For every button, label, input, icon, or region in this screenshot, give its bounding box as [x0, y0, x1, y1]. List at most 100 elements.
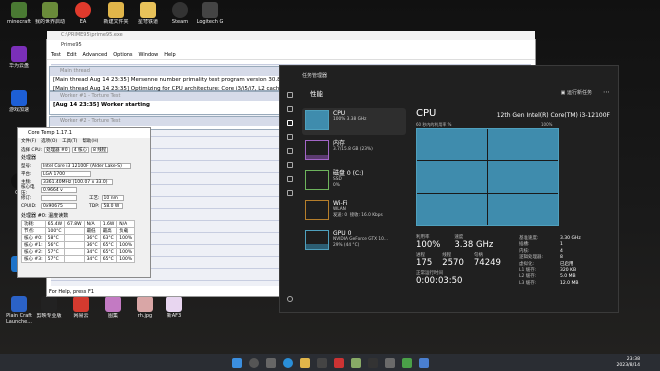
- run-new-task-button[interactable]: ▣ 运行新任务: [561, 89, 592, 96]
- cpu-model: 12th Gen Intel(R) Core(TM) i3-12100F: [496, 112, 610, 119]
- desktop-icon-folder[interactable]: 新建文件夹: [99, 2, 133, 25]
- gallery-icon: [105, 296, 121, 312]
- temperature-table: 功耗: 65.4W 67.8W N/A 1.6W N/A 节点: 100°C 最低 最高 负载 核…: [21, 220, 136, 263]
- coretemp-menubar: 文件(F) 选项(O) 工具(T) 帮助(H): [18, 138, 150, 146]
- ct-menu-options[interactable]: 选项(O): [41, 138, 57, 146]
- cpu-graph-4: [417, 193, 487, 225]
- desktop-icon-accelerator[interactable]: 游戏加速: [2, 90, 36, 113]
- resource-disk[interactable]: 磁盘 0 (C:) SSD 0%: [302, 168, 406, 195]
- launcher-icon: [42, 2, 58, 18]
- task-manager-sidebar: [280, 84, 300, 312]
- ct-menu-file[interactable]: 文件(F): [21, 138, 36, 146]
- cpu-detail-pane: CPU 12th Gen Intel(R) Core(TM) i3-12100F…: [416, 108, 610, 308]
- settings-icon[interactable]: [287, 296, 293, 302]
- ct-menu-tools[interactable]: 工具(T): [62, 138, 77, 146]
- coretemp-window: Core Temp 1.17.1 文件(F) 选项(O) 工具(T) 帮助(H)…: [17, 127, 151, 278]
- services-icon[interactable]: [287, 190, 293, 196]
- disk-thumbnail: [305, 170, 329, 190]
- app-icon[interactable]: [384, 357, 395, 368]
- core-row: 核心 #1: 56°C 36°C 65°C 100%: [21, 241, 136, 249]
- cpu-graph-5: [488, 193, 558, 225]
- vid-field: 0.9664 v: [41, 187, 77, 193]
- ct-menu-help[interactable]: 帮助(H): [82, 138, 98, 146]
- pcl-icon: [11, 296, 27, 312]
- resource-gpu[interactable]: GPU 0 NVIDIA GeForce GTX 10... 29% (44 °C…: [302, 228, 406, 255]
- history-icon[interactable]: [287, 134, 293, 140]
- accelerator-icon: [11, 90, 27, 106]
- tj-row: 节点: 100°C 最低 最高 负载: [21, 227, 136, 235]
- cpu-graph-3: [488, 161, 558, 193]
- search-icon[interactable]: [248, 357, 259, 368]
- cpu-select-row: 选择 CPU: 处理器 #0 4 核心 8 线程: [21, 147, 109, 153]
- more-options-icon[interactable]: ⋯: [603, 88, 610, 96]
- folder-icon: [108, 2, 124, 18]
- desktop-icon-starrail[interactable]: 星穹铁道: [131, 2, 165, 25]
- cpuid-field: 0x90675: [41, 203, 77, 209]
- cloud-icon: [11, 46, 27, 62]
- desktop-icon-netease[interactable]: 网易云: [64, 296, 98, 319]
- memory-thumbnail: [305, 140, 329, 160]
- resource-memory[interactable]: 内存 3.7/15.8 GB (23%): [302, 138, 406, 165]
- steam-icon: [172, 2, 188, 18]
- task-manager-titlebar: 任务管理器: [280, 66, 618, 84]
- menu-icon[interactable]: [287, 92, 293, 98]
- desktop-icon-steam[interactable]: Steam: [163, 2, 197, 25]
- uptime-value: 0:00:03:50: [416, 276, 463, 286]
- resource-wifi[interactable]: Wi-Fi WLAN 发送: 0 接收: 16.0 Kbps: [302, 198, 406, 225]
- desktop-icon-ea[interactable]: EA: [66, 2, 100, 25]
- resource-cpu[interactable]: CPU 100% 3.38 GHz: [302, 108, 406, 135]
- system-clock[interactable]: 23:38 2023/8/14: [616, 357, 640, 369]
- desktop-icon-af3[interactable]: 新AF3: [157, 296, 191, 319]
- performance-icon[interactable]: [287, 120, 293, 126]
- app-icon[interactable]: [401, 357, 412, 368]
- task-view-icon[interactable]: [265, 357, 276, 368]
- minecraft-icon: [11, 2, 27, 18]
- utilization-value: 100%: [416, 240, 441, 250]
- desktop-icon-launcher[interactable]: 我的世界启动: [33, 2, 67, 25]
- core-row: 核心 #2: 57°C 34°C 65°C 100%: [21, 248, 136, 256]
- coretemp-title: Core Temp 1.17.1: [18, 128, 150, 138]
- cpu-graph-0: [417, 129, 487, 161]
- core-row: 核心 #3: 57°C 34°C 65°C 100%: [21, 255, 136, 263]
- tdp-field: 58.0 W: [101, 203, 124, 209]
- task-manager-title: 任务管理器: [302, 72, 328, 79]
- desktop-icon-cloud[interactable]: 华为云盘: [2, 46, 36, 69]
- task-manager-window: 任务管理器 性能 ▣ 运行新任务 ⋯ CPU 100% 3.38 GHz 内存 3.…: [279, 65, 619, 313]
- capcut-icon: [41, 296, 57, 312]
- revision-field: [41, 195, 77, 201]
- edge-icon[interactable]: [282, 357, 293, 368]
- prime95-menubar: Test Edit Advanced Options Window Help: [47, 51, 535, 60]
- star-icon: [140, 2, 156, 18]
- menu-help[interactable]: Help: [164, 51, 175, 59]
- startup-icon[interactable]: [287, 148, 293, 154]
- app-icon[interactable]: [418, 357, 429, 368]
- menu-edit[interactable]: Edit: [67, 51, 77, 59]
- app-icon[interactable]: [350, 357, 361, 368]
- cpu-stats: 利用率 100% 速度 3.38 GHz 进程 175 线程 2570 句柄 74249 …: [416, 235, 501, 286]
- store-icon[interactable]: [316, 357, 327, 368]
- users-icon[interactable]: [287, 162, 293, 168]
- file-explorer-icon[interactable]: [299, 357, 310, 368]
- app-icon[interactable]: [333, 357, 344, 368]
- processes-icon[interactable]: [287, 106, 293, 112]
- core-row: 核心 #0: 58°C 36°C 63°C 100%: [21, 234, 136, 242]
- prime95-title: Prime95: [47, 40, 535, 51]
- desktop-icon-pcl[interactable]: Plain Craft Launche...: [2, 296, 36, 325]
- start-icon[interactable]: [231, 357, 242, 368]
- lithography-field: 10 nm: [101, 195, 124, 201]
- desktop-icon-capcut[interactable]: 剪映专业版: [32, 296, 66, 319]
- menu-window[interactable]: Window: [139, 51, 159, 59]
- desktop-icon-minecraft[interactable]: minecraft: [2, 2, 36, 25]
- desktop-icon-gallery[interactable]: 图集: [96, 296, 130, 319]
- power-row: 功耗: 65.4W 67.8W N/A 1.6W N/A: [21, 220, 136, 228]
- desktop-icon-logitech[interactable]: Logitech G: [193, 2, 227, 25]
- menu-test[interactable]: Test: [51, 51, 61, 59]
- menu-advanced[interactable]: Advanced: [83, 51, 108, 59]
- taskbar: [0, 354, 660, 371]
- details-icon[interactable]: [287, 176, 293, 182]
- graph-max: 100%: [541, 122, 553, 127]
- processor-select[interactable]: 处理器 #0: [44, 147, 70, 153]
- steam-icon[interactable]: [367, 357, 378, 368]
- prime95-path: C:\PRIME95\prime95.exe: [47, 31, 535, 40]
- menu-options[interactable]: Options: [113, 51, 132, 59]
